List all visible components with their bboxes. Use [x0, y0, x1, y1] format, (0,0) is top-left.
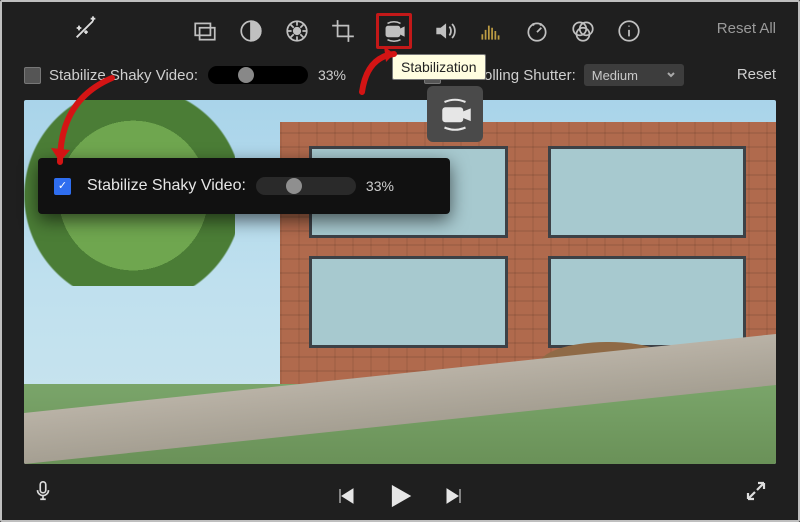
app-window: Reset All Stabilize Shaky Video: 33% Fix…: [0, 0, 800, 522]
next-button[interactable]: [443, 484, 467, 508]
color-balance-icon: [238, 18, 264, 44]
stabilize-popover-slider[interactable]: [256, 177, 356, 195]
info-button[interactable]: [616, 18, 642, 44]
reset-all-button[interactable]: Reset All: [717, 20, 776, 37]
speed-icon: [524, 18, 550, 44]
noise-eq-button[interactable]: [478, 18, 504, 44]
stabilization-icon: [437, 96, 473, 132]
color-correction-button[interactable]: [284, 18, 310, 44]
chevron-down-icon: [666, 70, 676, 80]
stabilize-percent: 33%: [318, 67, 346, 83]
color-balance-button[interactable]: [238, 18, 264, 44]
info-icon: [616, 18, 642, 44]
stabilize-checkbox[interactable]: [24, 67, 41, 84]
speed-button[interactable]: [524, 18, 550, 44]
rolling-shutter-dropdown[interactable]: Medium: [584, 64, 684, 86]
stabilize-popover-percent: 33%: [366, 178, 394, 194]
video-overlay-icon: [192, 18, 218, 44]
crop-button[interactable]: [330, 18, 356, 44]
playback-bar: [2, 472, 798, 520]
stabilize-checkbox-checked[interactable]: [54, 178, 71, 195]
fullscreen-icon: [744, 479, 768, 503]
rolling-shutter-value: Medium: [592, 68, 638, 83]
fullscreen-button[interactable]: [744, 479, 768, 508]
annotation-arrow: [42, 70, 142, 180]
volume-icon: [432, 18, 458, 44]
clip-filter-button[interactable]: [570, 18, 596, 44]
volume-button[interactable]: [432, 18, 458, 44]
annotation-arrow: [352, 42, 412, 102]
crop-icon: [330, 18, 356, 44]
stabilization-large-icon-tile: [427, 86, 483, 142]
video-overlay-button[interactable]: [192, 18, 218, 44]
stabilize-slider[interactable]: [208, 66, 308, 84]
play-button[interactable]: [385, 481, 415, 511]
clip-filter-icon: [570, 18, 596, 44]
stabilization-icon: [381, 18, 407, 44]
reset-button[interactable]: Reset: [737, 66, 776, 83]
color-correction-icon: [284, 18, 310, 44]
noise-eq-icon: [478, 18, 504, 44]
previous-button[interactable]: [333, 484, 357, 508]
